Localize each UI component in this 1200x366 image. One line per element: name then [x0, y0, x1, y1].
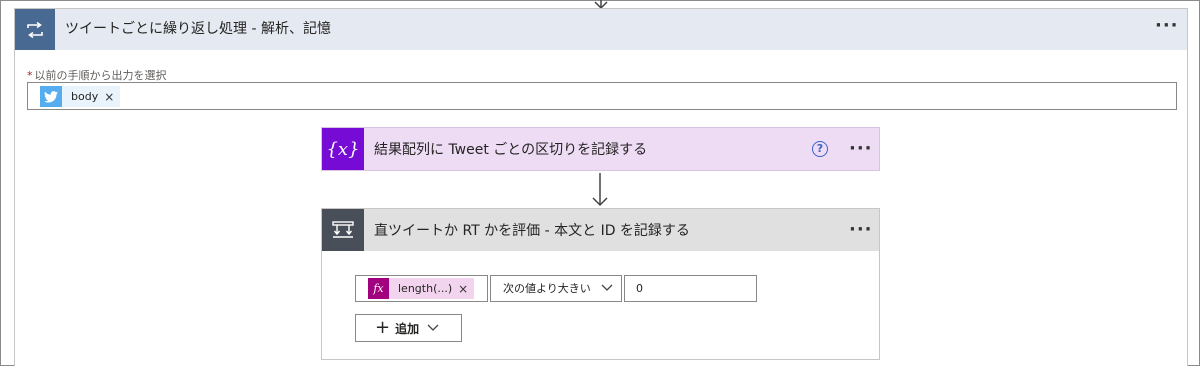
select-output-input[interactable]: body × — [27, 82, 1177, 110]
condition-more-options-button[interactable]: ··· — [849, 221, 873, 239]
condition-icon — [322, 209, 364, 251]
loop-icon — [15, 9, 55, 50]
variable-more-options-button[interactable]: ··· — [849, 140, 873, 158]
append-variable-card[interactable]: {x} 結果配列に Tweet ごとの区切りを記録する ? ··· — [321, 127, 880, 171]
loop-more-options-button[interactable]: ··· — [1155, 17, 1179, 35]
body-token[interactable]: body × — [40, 86, 121, 107]
condition-left-operand-input[interactable]: fx length(...) × — [355, 275, 488, 302]
required-asterisk: * — [27, 69, 33, 82]
length-expression-label: length(...) — [398, 282, 453, 295]
condition-header[interactable]: 直ツイートか RT かを評価 - 本文と ID を記録する ··· — [322, 209, 879, 251]
select-output-label: * 以前の手順から出力を選択 — [27, 67, 167, 83]
add-condition-button[interactable]: + 追加 — [355, 314, 462, 342]
condition-operator-value: 次の値より大きい — [503, 282, 591, 295]
condition-title[interactable]: 直ツイートか RT かを評価 - 本文と ID を記録する — [374, 209, 690, 251]
apply-to-each-title[interactable]: ツイートごとに繰り返し処理 - 解析、記憶 — [65, 9, 331, 50]
variable-icon: {x} — [322, 128, 364, 170]
expression-fx-icon: fx — [368, 278, 389, 299]
chevron-down-icon — [427, 324, 439, 331]
help-icon[interactable]: ? — [812, 141, 828, 157]
append-variable-title[interactable]: 結果配列に Tweet ごとの区切りを記録する — [374, 128, 647, 170]
chevron-down-icon — [601, 284, 613, 291]
condition-operator-dropdown[interactable]: 次の値より大きい — [490, 275, 622, 302]
body-token-label: body — [71, 90, 99, 103]
apply-to-each-header[interactable]: ツイートごとに繰り返し処理 - 解析、記憶 ··· — [15, 9, 1187, 50]
plus-icon: + — [375, 317, 391, 338]
condition-card: 直ツイートか RT かを評価 - 本文と ID を記録する ··· fx len… — [321, 208, 880, 360]
body-token-remove-button[interactable]: × — [104, 90, 120, 104]
length-expression-remove-button[interactable]: × — [458, 282, 474, 296]
twitter-icon — [40, 86, 62, 107]
length-expression-token[interactable]: fx length(...) × — [368, 278, 475, 299]
connector-arrow-middle — [592, 173, 608, 207]
select-output-label-text: 以前の手順から出力を選択 — [34, 69, 167, 82]
condition-right-value-input[interactable]: 0 — [624, 275, 757, 302]
add-condition-label: 追加 — [395, 321, 420, 336]
